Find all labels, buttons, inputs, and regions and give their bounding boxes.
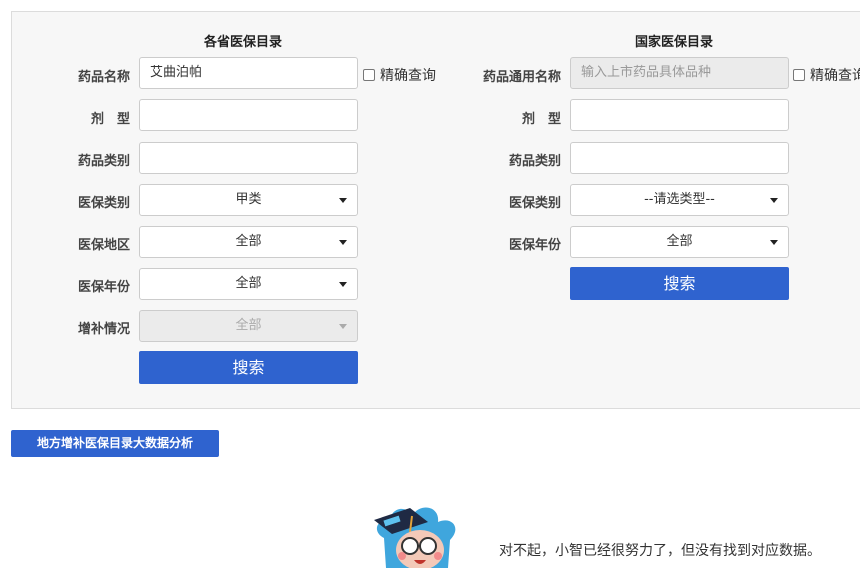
- checkbox-icon[interactable]: [363, 69, 375, 81]
- dosage-label: 剂 型: [90, 112, 130, 127]
- mascot-illustration: [374, 507, 456, 568]
- insurance-type-value-national: --请选类型--: [644, 192, 715, 207]
- region-label: 医保地区: [77, 238, 130, 253]
- year-label-national: 医保年份: [508, 238, 561, 253]
- chevron-down-icon: [339, 198, 347, 203]
- year-value-national: 全部: [666, 234, 693, 249]
- provincial-catalog-title: 各省医保目录: [204, 35, 283, 50]
- supplement-value: 全部: [235, 318, 262, 333]
- category-label-national: 药品类别: [508, 154, 561, 169]
- year-select[interactable]: 全部: [139, 268, 358, 300]
- insurance-type-select-national[interactable]: --请选类型--: [570, 184, 789, 216]
- empty-result-message: 对不起，小智已经很努力了，但没有找到对应数据。: [499, 543, 821, 559]
- chevron-down-icon: [770, 198, 778, 203]
- insurance-type-value: 甲类: [235, 192, 262, 207]
- national-catalog-title: 国家医保目录: [635, 35, 714, 50]
- generic-name-label: 药品通用名称: [482, 70, 561, 85]
- provincial-search-button[interactable]: 搜索: [139, 351, 358, 384]
- chevron-down-icon: [339, 324, 347, 329]
- drug-name-input[interactable]: 艾曲泊帕: [139, 57, 358, 89]
- insurance-type-label-national: 医保类别: [508, 196, 561, 211]
- exact-query-label: 精确查询: [380, 68, 436, 84]
- supplement-select: 全部: [139, 310, 358, 342]
- category-label: 药品类别: [77, 154, 130, 169]
- generic-name-input[interactable]: 输入上市药品具体品种: [570, 57, 789, 89]
- exact-query-checkbox[interactable]: 精确查询: [363, 65, 436, 85]
- dosage-label-national: 剂 型: [521, 112, 561, 127]
- chevron-down-icon: [339, 282, 347, 287]
- chevron-down-icon: [339, 240, 347, 245]
- insurance-type-select[interactable]: 甲类: [139, 184, 358, 216]
- category-input[interactable]: [139, 142, 358, 174]
- exact-query-label: 精确查询: [810, 68, 860, 84]
- supplement-label: 增补情况: [77, 322, 130, 337]
- big-data-analysis-button[interactable]: 地方增补医保目录大数据分析: [11, 430, 219, 457]
- national-search-button[interactable]: 搜索: [570, 267, 789, 300]
- drug-name-label: 药品名称: [77, 70, 130, 85]
- region-value: 全部: [235, 234, 262, 249]
- year-label: 医保年份: [77, 280, 130, 295]
- insurance-type-label: 医保类别: [77, 196, 130, 211]
- chevron-down-icon: [770, 240, 778, 245]
- region-select[interactable]: 全部: [139, 226, 358, 258]
- year-value: 全部: [235, 276, 262, 291]
- dosage-input-national[interactable]: [570, 99, 789, 131]
- category-input-national[interactable]: [570, 142, 789, 174]
- search-panel: 各省医保目录 药品名称 艾曲泊帕 精确查询 剂 型 药品类别 医保类别 甲类 医…: [11, 11, 860, 409]
- year-select-national[interactable]: 全部: [570, 226, 789, 258]
- checkbox-icon[interactable]: [793, 69, 805, 81]
- dosage-input[interactable]: [139, 99, 358, 131]
- exact-query-checkbox-national[interactable]: 精确查询: [793, 65, 860, 85]
